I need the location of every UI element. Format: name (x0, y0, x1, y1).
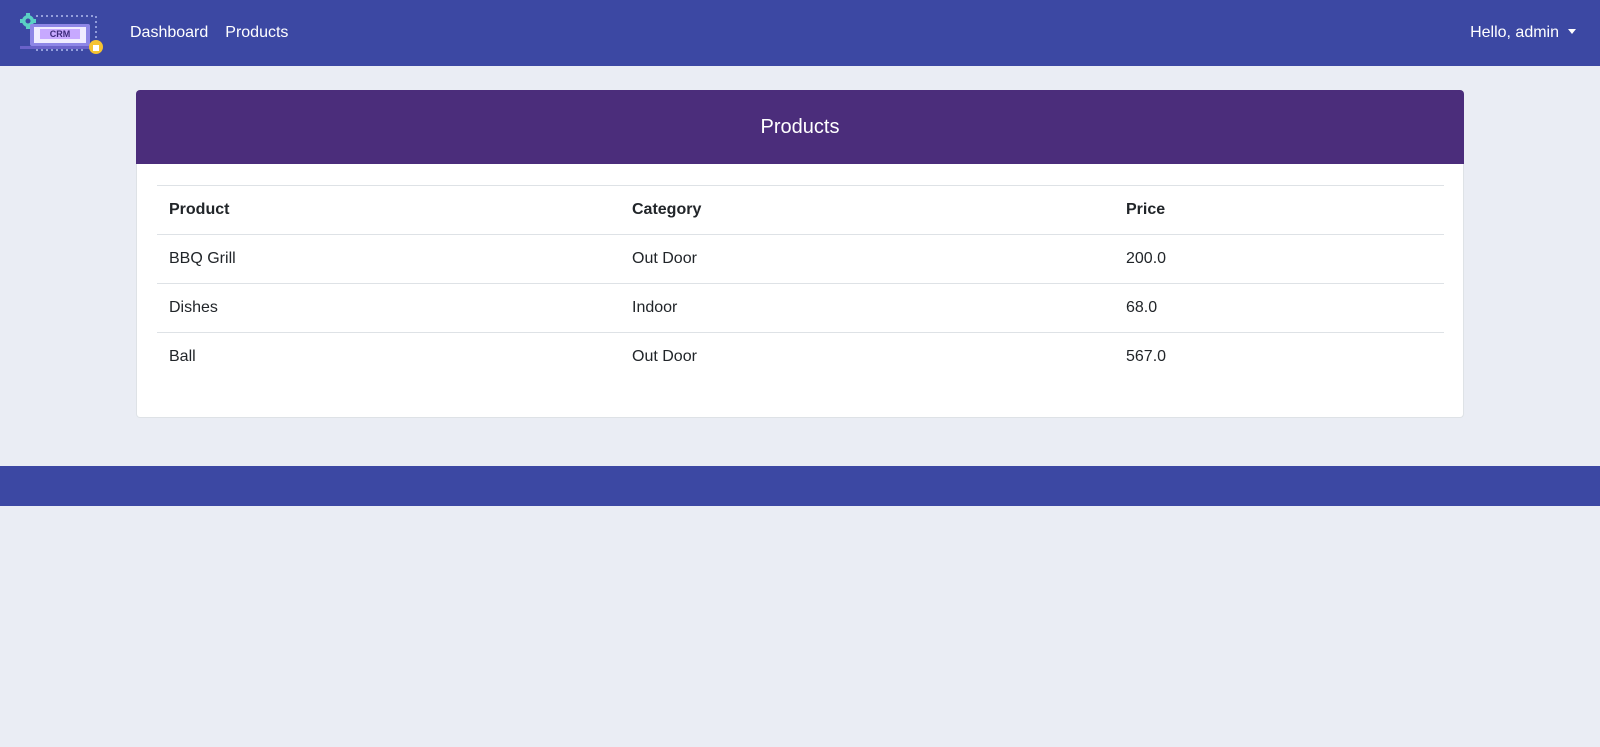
crm-logo[interactable]: CRM (16, 12, 108, 54)
table-header-row: Product Category Price (157, 185, 1444, 235)
page-title: Products (760, 115, 840, 138)
price-cell: 200.0 (1114, 234, 1444, 284)
nav-link-products[interactable]: Products (225, 24, 288, 42)
column-header-price: Price (1114, 185, 1444, 235)
products-card-header: Products (136, 90, 1464, 164)
user-greeting: Hello, admin (1470, 24, 1559, 41)
product-cell: BBQ Grill (157, 234, 620, 284)
footer-bar (0, 466, 1600, 506)
product-cell: Ball (157, 332, 620, 382)
chevron-down-icon (1568, 28, 1576, 34)
products-card-body: Product Category Price BBQ Grill Out Doo… (136, 164, 1464, 418)
nav-link-dashboard[interactable]: Dashboard (130, 24, 208, 42)
table-row: Dishes Indoor 68.0 (157, 283, 1444, 333)
table-row: BBQ Grill Out Door 200.0 (157, 234, 1444, 284)
table-row: Ball Out Door 567.0 (157, 332, 1444, 382)
user-dropdown[interactable]: Hello, admin (1470, 0, 1576, 66)
category-cell: Indoor (620, 283, 1114, 333)
product-cell: Dishes (157, 283, 620, 333)
category-cell: Out Door (620, 234, 1114, 284)
price-cell: 567.0 (1114, 332, 1444, 382)
top-navbar: CRM Dashboard Products Hello, admin (0, 0, 1600, 66)
column-header-product: Product (157, 185, 620, 235)
svg-text:CRM: CRM (50, 29, 71, 39)
price-cell: 68.0 (1114, 283, 1444, 333)
nav-links: Dashboard Products (130, 0, 305, 66)
products-table: Product Category Price BBQ Grill Out Doo… (157, 185, 1444, 382)
category-cell: Out Door (620, 332, 1114, 382)
column-header-category: Category (620, 185, 1114, 235)
